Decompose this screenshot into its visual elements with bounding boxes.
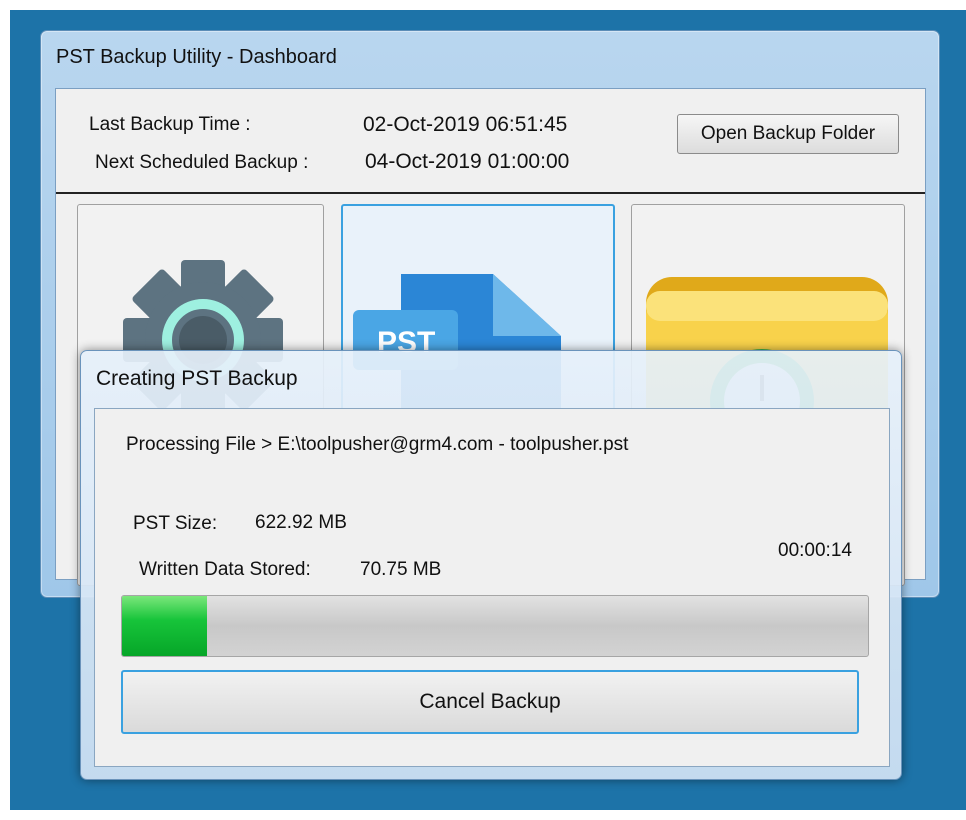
last-backup-label: Last Backup Time :	[89, 114, 251, 135]
open-backup-folder-button[interactable]: Open Backup Folder	[677, 114, 899, 154]
header-divider	[56, 192, 925, 194]
written-data-value: 70.75 MB	[360, 559, 442, 580]
last-backup-value: 02-Oct-2019 06:51:45	[363, 113, 568, 136]
written-data-label: Written Data Stored:	[139, 559, 311, 580]
pst-size-label: PST Size:	[133, 513, 218, 534]
cancel-backup-button[interactable]: Cancel Backup	[121, 670, 859, 734]
progress-fill	[122, 596, 207, 656]
next-backup-value: 04-Oct-2019 01:00:00	[365, 150, 570, 173]
next-backup-label: Next Scheduled Backup :	[95, 152, 309, 173]
dialog-title: Creating PST Backup	[96, 367, 298, 390]
processing-file-text: Processing File > E:\toolpusher@grm4.com…	[126, 434, 629, 455]
backup-progress-dialog: Creating PST Backup Processing File > E:…	[80, 350, 902, 780]
window-title: PST Backup Utility - Dashboard	[56, 46, 337, 68]
pst-size-value: 622.92 MB	[255, 512, 347, 533]
dialog-client-area: Processing File > E:\toolpusher@grm4.com…	[94, 408, 890, 767]
elapsed-time: 00:00:14	[778, 540, 852, 561]
backup-progress-bar	[121, 595, 869, 657]
